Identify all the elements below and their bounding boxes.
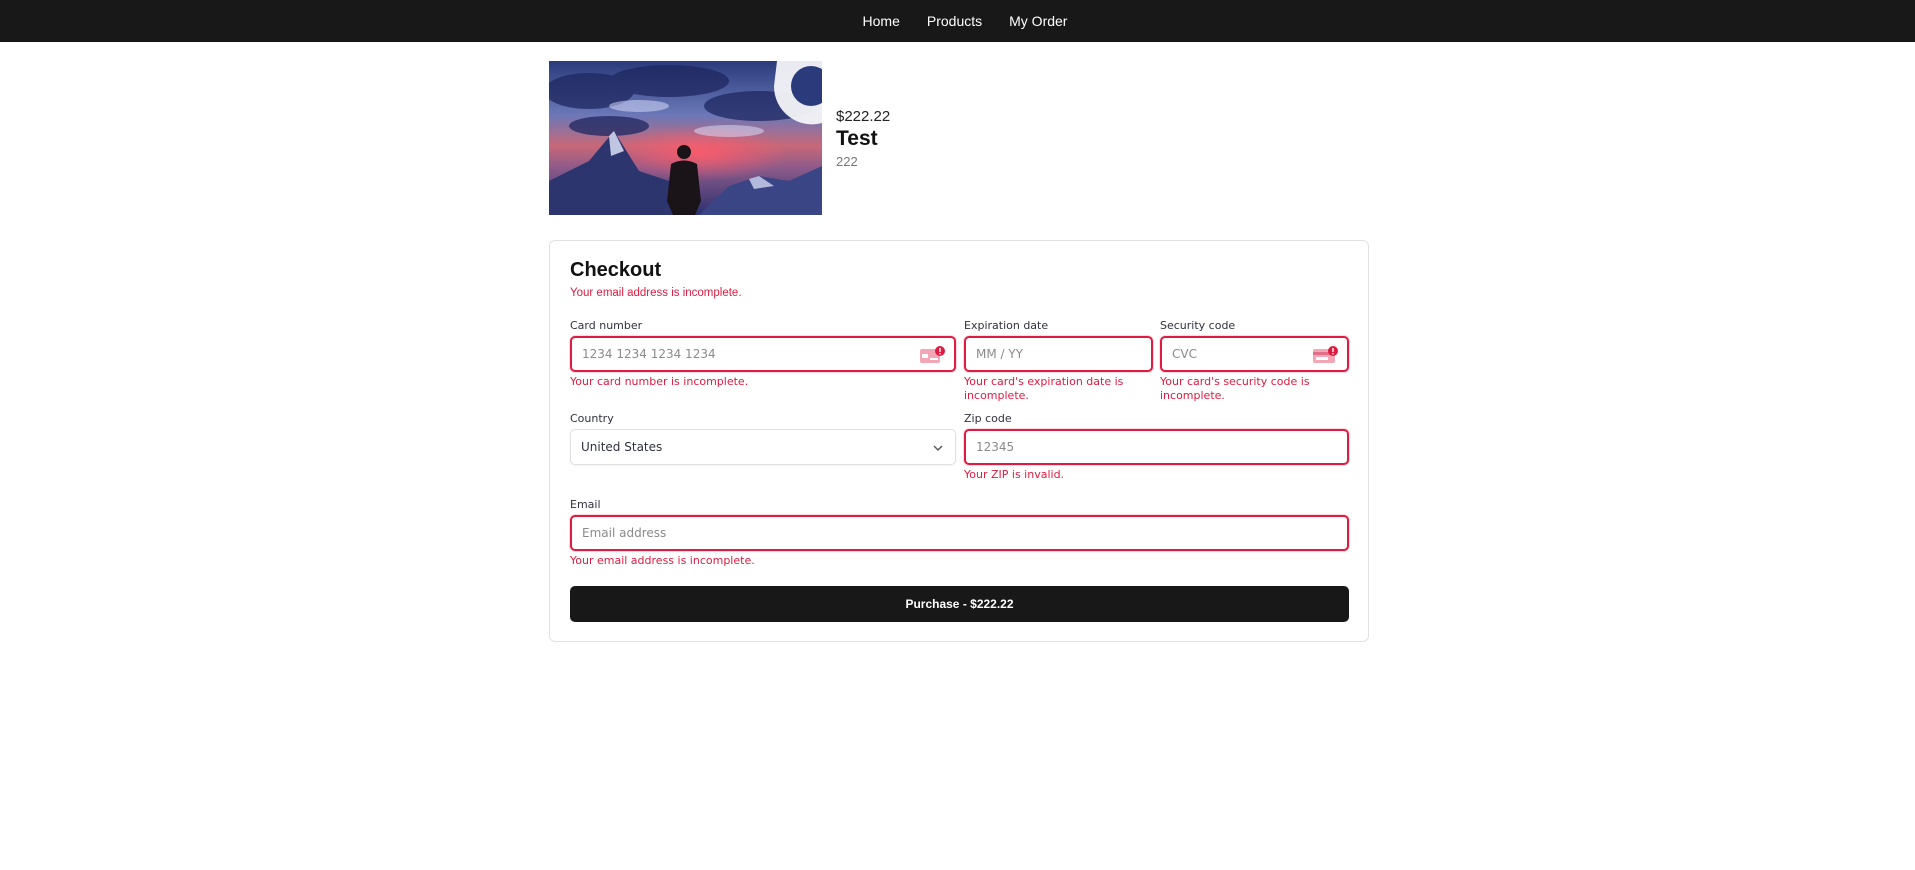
card-error-icon [920,346,946,364]
card-number-input[interactable]: 1234 1234 1234 1234 [570,336,956,372]
nav-my-order-link[interactable]: My Order [1009,13,1067,29]
expiration-error: Your card's expiration date is incomplet… [964,375,1124,402]
product-price: $222.22 [836,107,891,125]
checkout-top-error: Your email address is incomplete. [570,287,742,299]
product-info: $222.22 Test 222 [836,108,890,169]
country-label: Country [570,412,614,425]
expiration-input[interactable]: MM / YY [964,336,1153,372]
email-label: Email [570,498,601,511]
zip-input[interactable]: 12345 [964,429,1349,465]
zip-placeholder: 12345 [976,440,1015,454]
card-number-error: Your card number is incomplete. [570,375,749,388]
security-code-error: Your card's security code is incomplete. [1160,375,1310,402]
product-quantity: 222 [836,153,858,169]
expiration-label: Expiration date [964,319,1049,332]
security-code-input[interactable]: CVC [1160,336,1349,372]
expiration-placeholder: MM / YY [976,347,1024,361]
email-placeholder: Email address [582,526,667,540]
security-code-label: Security code [1160,319,1236,332]
checkout-card: Checkout Your email address is incomplet… [549,240,1369,642]
country-select[interactable]: United States [570,429,956,465]
email-error: Your email address is incomplete. [570,554,755,567]
email-field[interactable]: Email address [570,515,1349,551]
product-title: Test [836,126,878,150]
nav-products-link[interactable]: Products [927,13,982,29]
checkout-title: Checkout [570,259,662,281]
cvc-error-icon [1313,346,1339,364]
product-image [549,61,822,215]
product-summary: $222.22 Test 222 [549,61,1369,215]
chevron-down-icon [933,442,943,452]
country-value: United States [581,440,663,454]
card-number-label: Card number [570,319,643,332]
top-navbar: Home Products My Order [0,0,1915,42]
purchase-button[interactable]: Purchase - $222.22 [570,586,1349,622]
zip-label: Zip code [964,412,1012,425]
nav-home-link[interactable]: Home [863,13,900,29]
card-number-placeholder: 1234 1234 1234 1234 [582,347,716,361]
zip-error: Your ZIP is invalid. [964,468,1065,481]
security-code-placeholder: CVC [1172,347,1197,361]
